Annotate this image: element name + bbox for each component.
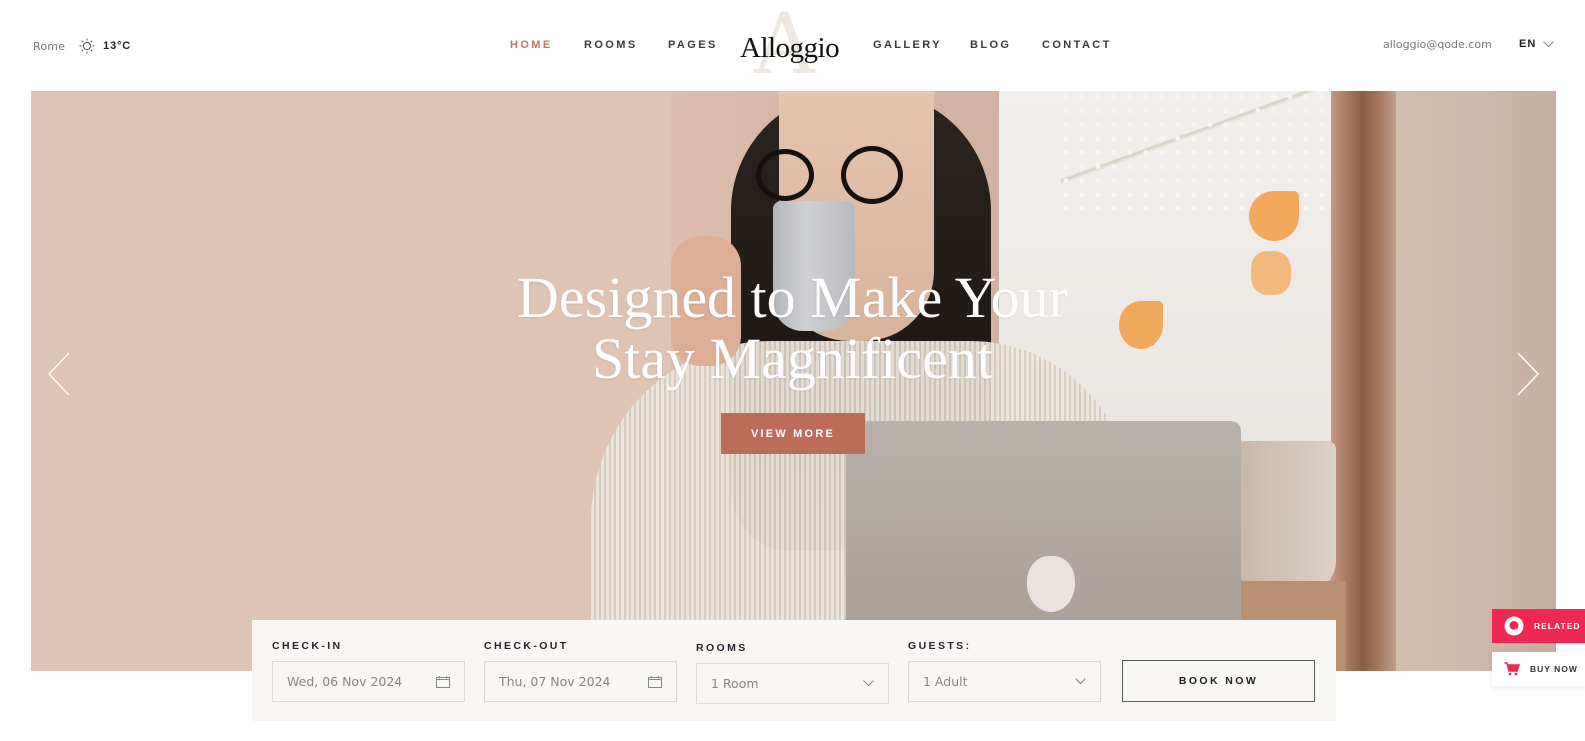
apple-logo-icon (1027, 556, 1075, 612)
calendar-icon (648, 675, 662, 688)
guests-field: GUESTS: 1 Adult (908, 640, 1101, 702)
hero-title-line-1: Designed to Make Your (517, 265, 1068, 330)
nav-item-rooms[interactable]: ROOMS (584, 39, 638, 51)
buy-now-widget-button[interactable]: BUY NOW (1492, 652, 1585, 686)
nav-item-contact[interactable]: CONTACT (1042, 39, 1112, 51)
booking-form: CHECK-IN Wed, 06 Nov 2024 CHECK-OUT Thu,… (252, 620, 1336, 721)
chevron-down-icon (863, 680, 874, 687)
rooms-label: ROOMS (696, 642, 748, 654)
check-in-label: CHECK-IN (272, 640, 343, 652)
check-in-value: Wed, 06 Nov 2024 (287, 674, 403, 689)
check-in-field: CHECK-IN Wed, 06 Nov 2024 (272, 640, 465, 702)
weather-city: Rome (33, 39, 66, 53)
nav-item-pages[interactable]: PAGES (668, 39, 718, 51)
nav-item-home[interactable]: HOME (510, 39, 553, 51)
book-now-button[interactable]: BOOK NOW (1122, 660, 1315, 702)
weather-temperature: 13°C (103, 40, 131, 52)
calendar-icon (436, 675, 450, 688)
chevron-right-icon (1517, 352, 1539, 396)
chevron-down-icon (1075, 678, 1086, 685)
nav-item-gallery[interactable]: GALLERY (873, 39, 942, 51)
site-header: Rome 13°C HOME ROOMS PAGES GALLERY BLOG … (0, 0, 1585, 91)
guests-select[interactable]: 1 Adult (908, 661, 1101, 702)
nav-item-blog[interactable]: BLOG (970, 39, 1011, 51)
sun-icon (79, 38, 95, 54)
language-current: EN (1519, 38, 1537, 50)
slider-prev-button[interactable] (47, 352, 71, 396)
buy-now-label: BUY NOW (1530, 664, 1578, 674)
cart-icon (1504, 662, 1520, 676)
view-more-button[interactable]: VIEW MORE (721, 413, 865, 454)
related-icon (1504, 616, 1524, 636)
language-selector[interactable]: EN (1519, 38, 1555, 50)
logo-wordmark: Alloggio (740, 32, 840, 64)
rooms-value: 1 Room (711, 676, 759, 691)
chevron-left-icon (48, 352, 70, 396)
weather-widget: Rome 13°C (33, 38, 131, 54)
chevron-down-icon (1543, 40, 1555, 47)
related-widget-button[interactable]: RELATED (1492, 609, 1585, 643)
check-out-input[interactable]: Thu, 07 Nov 2024 (484, 661, 677, 702)
guests-label: GUESTS: (908, 640, 972, 652)
hero-title: Designed to Make Your Stay Magnificent (0, 267, 1585, 389)
hero-title-line-2: Stay Magnificent (591, 326, 994, 391)
check-out-field: CHECK-OUT Thu, 07 Nov 2024 (484, 640, 677, 702)
site-logo[interactable]: A Alloggio (740, 2, 840, 86)
rooms-select[interactable]: 1 Room (696, 663, 889, 704)
check-out-value: Thu, 07 Nov 2024 (499, 674, 611, 689)
slider-next-button[interactable] (1516, 352, 1540, 396)
check-in-input[interactable]: Wed, 06 Nov 2024 (272, 661, 465, 702)
check-out-label: CHECK-OUT (484, 640, 569, 652)
rooms-field: ROOMS 1 Room (696, 640, 889, 704)
guests-value: 1 Adult (923, 674, 968, 689)
contact-email-link[interactable]: alloggio@qode.com (1383, 38, 1492, 51)
related-label: RELATED (1534, 621, 1581, 631)
